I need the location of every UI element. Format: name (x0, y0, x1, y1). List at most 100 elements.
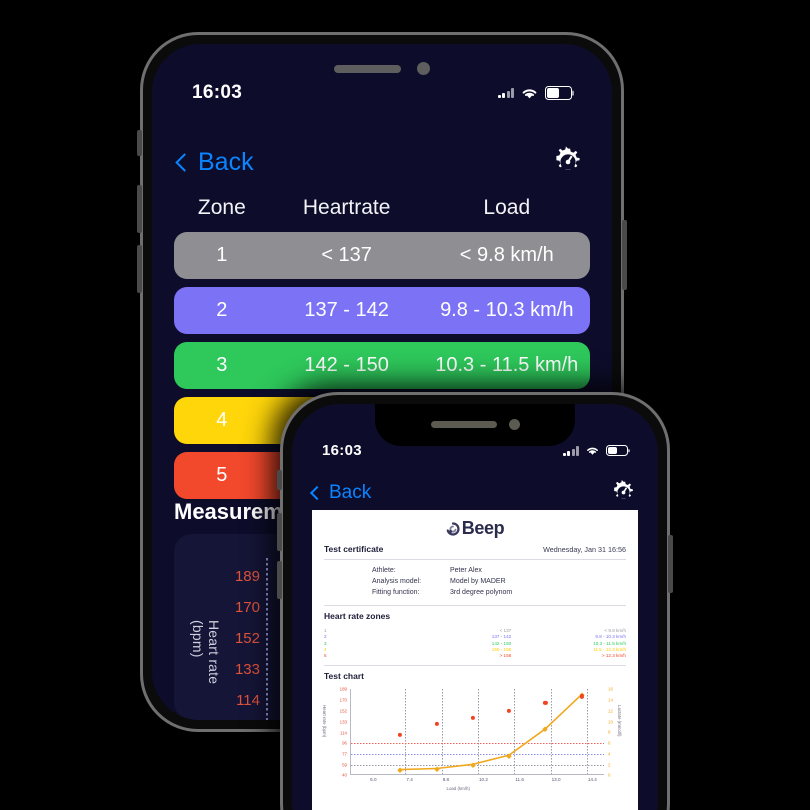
front-camera-icon (417, 62, 430, 75)
wifi-icon (522, 89, 537, 99)
chart-y2-tick: 4 (608, 751, 611, 757)
chart-x-tick: 7.4 (406, 777, 413, 783)
chart-x-tick: 11.6 (515, 777, 524, 783)
gear-icon[interactable] (609, 478, 638, 507)
back-button-label: Back (329, 481, 372, 503)
status-clock: 16:03 (192, 82, 243, 103)
wifi-icon (587, 447, 598, 455)
chart-y2-tick: 10 (608, 719, 613, 725)
chart-x-tick: 10.2 (479, 777, 488, 783)
chart-x-tick: 8.8 (442, 777, 450, 783)
chart-y-tick: 96 (342, 740, 347, 746)
detail-value: Peter Alex (450, 567, 482, 574)
status-clock: 16:03 (322, 442, 362, 459)
volume-down-button[interactable] (277, 561, 282, 599)
zone-load: < 9.8 km/h (459, 244, 554, 266)
detail-value: 3rd degree polynom (450, 588, 513, 596)
beep-logo: Beep (324, 518, 626, 539)
chevron-left-icon (175, 152, 194, 172)
zone-number: 2 (216, 299, 228, 321)
column-header-zone: Zone (197, 196, 246, 219)
zone-heartrate: > 158 (499, 652, 512, 658)
chart-y-tick: 170 (339, 697, 347, 703)
power-button[interactable] (668, 535, 673, 593)
zone-number: 3 (216, 354, 228, 376)
chart-y2-tick: 0 (608, 772, 611, 778)
detail-row: Athlete: Peter Alex (372, 566, 626, 577)
earpiece-speaker-icon (334, 64, 401, 73)
test-chart[interactable]: Heart rate (bpm) Lactate (mmol/l) Load (… (322, 686, 626, 795)
measure-y-tick: 114 (236, 692, 260, 709)
mute-switch-button[interactable] (137, 130, 142, 156)
lactate-curve (400, 694, 583, 771)
volume-up-button[interactable] (277, 513, 282, 551)
chart-series-layer (400, 694, 583, 771)
column-header-heartrate: Heartrate (302, 196, 391, 219)
chevron-left-icon (309, 485, 325, 500)
divider (324, 559, 626, 560)
test-certificate-document[interactable]: Beep Test certificate Wednesday, Jan 31 … (312, 510, 638, 810)
beep-circular-logo-icon (446, 521, 460, 536)
chart-y2-axis-label: Lactate (mmol/l) (617, 704, 622, 737)
zone-heartrate: 137 - 142 (304, 299, 389, 321)
zones-table-header: Zone Heartrate Load (174, 196, 590, 220)
foreground-phone-device: 16:03 Back Beep Test certificate Wednesd… (277, 392, 673, 810)
zone-load: 9.8 - 10.3 km/h (440, 299, 574, 321)
chart-y2-tick: 12 (608, 708, 613, 714)
foreground-phone-screen: 16:03 Back Beep Test certificate Wednesd… (292, 404, 658, 810)
document-date: Wednesday, Jan 31 16:56 (543, 545, 626, 554)
battery-icon (545, 86, 572, 100)
detail-value: Model by MADER (450, 577, 506, 585)
status-bar: 16:03 (152, 82, 612, 104)
volume-down-button[interactable] (137, 245, 142, 293)
screenshot-stage: 16:03 Back Zone Heartrate Load 1 < 137 <… (0, 0, 810, 810)
front-camera-icon (508, 418, 520, 430)
measure-y-tick: 133 (234, 661, 260, 678)
document-title-row: Test certificate Wednesday, Jan 31 16:56 (324, 544, 626, 554)
dynamic-island (334, 62, 430, 75)
chart-y2-tick: 6 (608, 740, 611, 746)
zone-number: 5 (216, 464, 228, 486)
status-bar: 16:03 (292, 442, 658, 459)
chart-y-tick: 114 (340, 730, 347, 736)
power-button[interactable] (622, 220, 627, 290)
divider (324, 665, 626, 667)
mute-switch-button[interactable] (277, 470, 282, 490)
chart-y-tick: 133 (339, 719, 347, 725)
chart-y2-tick: 8 (608, 729, 611, 735)
volume-up-button[interactable] (137, 185, 142, 233)
zone-row-3[interactable]: 3 142 - 150 10.3 - 11.5 km/h (174, 342, 590, 389)
chart-x-tick: 14.4 (587, 777, 597, 783)
back-button[interactable]: Back (309, 481, 372, 504)
chart-y-tick: 77 (342, 751, 347, 757)
chart-y2-tick: 2 (608, 762, 611, 768)
zone-number: 4 (216, 409, 228, 431)
zones-section-title: Heart rate zones (324, 610, 391, 621)
zone-row-1[interactable]: 1 < 137 < 9.8 km/h (174, 232, 590, 279)
chart-x-tick: 13.0 (551, 777, 561, 783)
zone-heartrate: < 137 (321, 244, 372, 266)
chart-y2-tick: 16 (608, 686, 613, 692)
nav-bar: Back (152, 144, 612, 180)
zone-row-2[interactable]: 2 137 - 142 9.8 - 10.3 km/h (174, 287, 590, 334)
chart-section-title: Test chart (324, 671, 364, 682)
measure-y-tick: 152 (234, 630, 260, 647)
measure-y-tick: 189 (234, 568, 260, 585)
zone-load: > 12.3 km/h (601, 652, 626, 658)
chart-y2-tick: 14 (608, 697, 613, 703)
chart-x-tick: 6.0 (370, 777, 377, 783)
dynamic-island (375, 404, 575, 446)
divider (324, 604, 626, 606)
cellular-bars-icon (497, 88, 514, 98)
detail-row: Fitting function: 3rd degree polynom (372, 588, 626, 599)
battery-icon (606, 445, 628, 456)
nav-bar: Back (292, 478, 658, 507)
detail-key: Analysis model: (372, 577, 422, 585)
measure-y-tick: 170 (234, 599, 260, 616)
document-title: Test certificate (324, 544, 384, 554)
gear-icon[interactable] (550, 144, 586, 180)
chart-y-tick: 40 (342, 772, 347, 778)
back-button[interactable]: Back (175, 148, 254, 177)
table-row: 5 > 158 > 12.3 km/h (324, 652, 626, 658)
document-zones-table: 1 < 137 < 9.8 km/h 2 137 - 142 9.8 - 10.3 km… (324, 628, 626, 659)
